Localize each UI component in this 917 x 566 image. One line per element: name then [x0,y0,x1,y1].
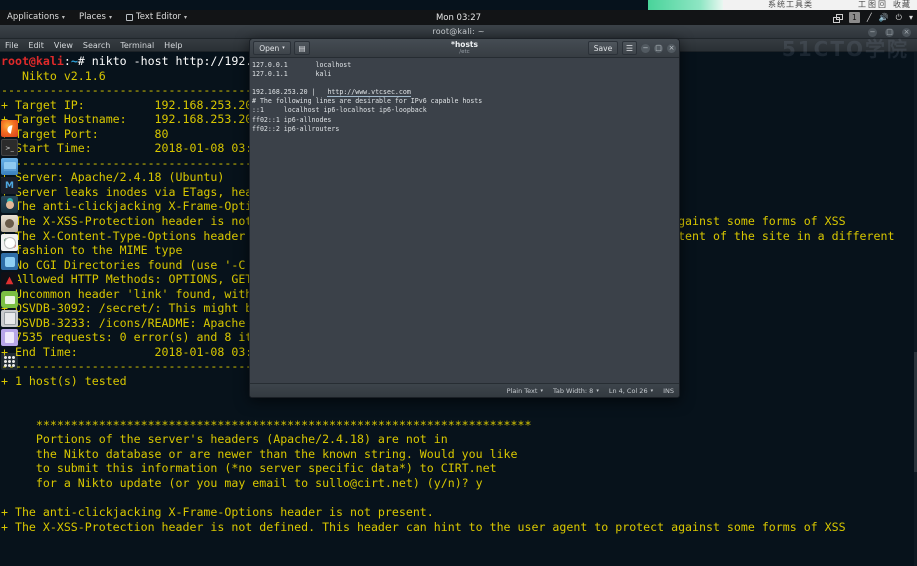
workspace-indicator[interactable]: 1 [848,12,860,23]
menu-terminal[interactable]: Terminal [120,41,154,50]
save-button[interactable]: Save [588,41,618,55]
metasploit-icon[interactable] [1,177,18,194]
maltego-icon[interactable] [1,272,18,289]
new-document-button[interactable]: ▤ [294,41,310,55]
maximize-icon: □ [655,43,662,52]
terminal-line: + The anti-clickjacking X-Frame-Options … [1,504,434,519]
chevron-down-icon: ▾ [282,45,285,51]
armitage-icon[interactable] [1,196,18,213]
editor-text-area[interactable]: 127.0.0.1 localhost 127.0.1.1 kali 192.168… [250,58,679,383]
editor-headerbar[interactable]: Open ▾ ▤ *hosts /etc Save ☰ − □ × [250,39,679,58]
editor-statusbar: Plain Text ▾ Tab Width: 8 ▾ Ln 4, Col 26… [250,383,679,397]
editor-close-button[interactable]: × [667,43,676,53]
chevron-down-icon: ▾ [540,387,543,394]
terminal-icon[interactable] [1,139,18,156]
files-icon[interactable] [1,158,18,175]
power-icon[interactable]: ⏻ [896,13,902,22]
menu-file[interactable]: File [5,41,18,50]
open-button-label: Open [259,43,280,53]
notes-icon[interactable] [1,291,18,308]
terminal-line: the Nikto database or are newer than the… [1,446,518,461]
menu-view[interactable]: View [54,41,73,50]
close-icon: × [668,43,675,52]
tab-width-selector[interactable]: Tab Width: 8 ▾ [553,387,599,395]
editor-line: 192.168.253.20 | http://www.vtcsec.com [252,88,411,98]
background-window-text-1: 系统工具类 [768,0,813,9]
background-window-text-3: 收藏 [893,0,911,9]
tab-width-label: Tab Width: 8 [552,386,594,395]
new-document-icon: ▤ [298,43,306,53]
pencil-icon[interactable]: ╱ [867,13,872,22]
syntax-label: Plain Text [506,386,538,395]
burpsuite-icon[interactable] [1,215,18,232]
cursor-position-selector[interactable]: Ln 4, Col 26 ▾ [609,387,653,395]
terminal-title: root@kali: ~ [432,27,485,36]
clock[interactable]: Mon 03:27 [0,13,917,23]
faraday-icon[interactable] [1,253,18,270]
beef-icon[interactable] [1,234,18,251]
terminal-line: Portions of the server's headers (Apache… [1,432,448,447]
system-tray: 1 ╱ 🔊 ⏻ ▾ [832,10,913,25]
show-applications-button[interactable] [1,353,18,370]
save-button-label: Save [593,43,613,53]
open-button[interactable]: Open ▾ [253,41,291,55]
calculator-icon[interactable] [1,310,18,327]
terminal-titlebar[interactable]: root@kali: ~ − □ × [0,25,917,39]
terminal-line: for a Nikto update (or you may email to … [1,475,483,490]
insert-mode-indicator[interactable]: INS [663,387,674,395]
top-panel: Applications ▾ Places ▾ Text Editor ▾ Mo… [0,10,917,25]
firefox-icon[interactable] [1,120,18,137]
menu-help[interactable]: Help [164,41,182,50]
minimize-icon: − [642,43,649,52]
cursor-position-label: Ln 4, Col 26 [608,386,648,395]
background-window-text-2: 工图回 [858,0,888,9]
dock [0,120,19,370]
hamburger-icon: ☰ [625,43,634,53]
chevron-down-icon: ▾ [596,387,599,394]
windows-switch-icon[interactable] [832,13,843,23]
chevron-down-icon[interactable]: ▾ [909,13,913,22]
watermark: 51CTO学院 [781,37,909,61]
editor-line: 127.0.1.1 kali [252,70,332,79]
screen-root: 系统工具类 工图回 收藏 Applications ▾ Places ▾ Tex… [0,0,917,566]
text-editor-window: Open ▾ ▤ *hosts /etc Save ☰ − □ × 127.0.… [249,38,680,398]
editor-header-right: Save ☰ − □ × [588,41,676,55]
editor-line: ff02::1 ip6-allnodes [252,115,332,124]
editor-minimize-button[interactable]: − [641,43,650,53]
terminal-line: + The X-XSS-Protection header is not def… [1,519,846,534]
editor-menu-button[interactable]: ☰ [622,41,637,55]
insert-mode-label: INS [663,386,674,395]
chevron-down-icon: ▾ [650,387,654,394]
editor-line: # The following lines are desirable for … [252,97,483,106]
volume-icon[interactable]: 🔊 [879,13,889,22]
terminal-line: ****************************************… [1,417,532,432]
menu-edit[interactable]: Edit [28,41,44,50]
editor-maximize-button[interactable]: □ [654,43,663,53]
editor-line: ::1 localhost ip6-localhost ip6-loopback [252,106,427,115]
document-icon[interactable] [1,329,18,346]
menu-search[interactable]: Search [83,41,110,50]
syntax-selector[interactable]: Plain Text ▾ [507,387,543,395]
editor-line: 127.0.0.1 localhost [252,61,352,69]
editor-line: ff02::2 ip6-allrouters [252,124,340,133]
terminal-line: to submit this information (*no server s… [1,461,497,476]
